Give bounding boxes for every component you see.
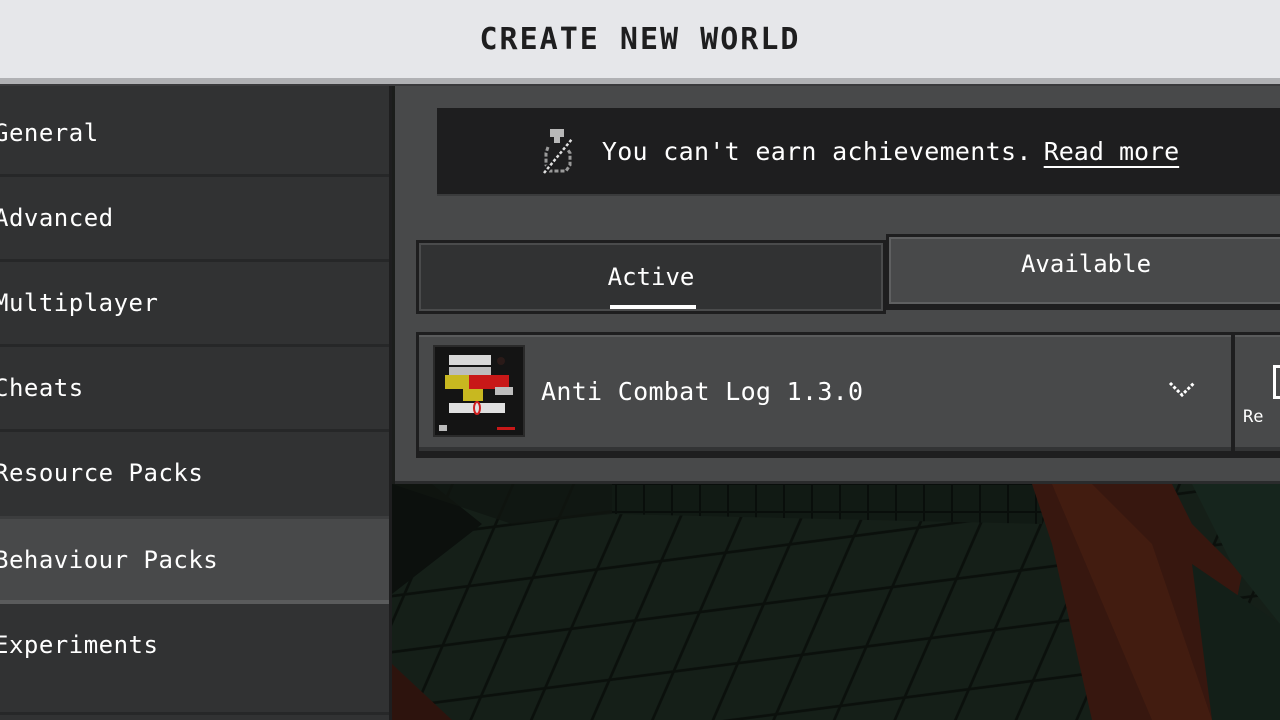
sidebar-item-label: Behaviour Packs (0, 545, 219, 574)
banner-message: You can't earn achievements. (601, 136, 1032, 166)
pack-thumbnail-image (435, 347, 523, 435)
pack-name: Anti Combat Log 1.3.0 (541, 376, 864, 406)
chevron-down-icon[interactable] (1167, 377, 1197, 401)
sidebar-item-experiments[interactable]: Experiments (0, 604, 389, 686)
sidebar-item-resource-packs[interactable]: Resource Packs (0, 432, 389, 514)
sidebar: General Advanced Multiplayer Cheats Reso… (0, 86, 392, 720)
sidebar-item-advanced[interactable]: Advanced (0, 177, 389, 259)
achievements-disabled-icon (541, 129, 575, 175)
pack-tabs: Active Available (416, 234, 1280, 316)
pack-remove-button[interactable]: Re (1235, 335, 1280, 451)
world-preview-image (392, 484, 1280, 720)
pack-list-item: Anti Combat Log 1.3.0 Re (416, 332, 1280, 458)
sidebar-item-label: Resource Packs (0, 459, 204, 487)
tab-label: Active (607, 263, 695, 291)
sidebar-item-label: Cheats (0, 374, 84, 402)
achievements-warning-banner: You can't earn achievements. Read more (437, 108, 1280, 196)
read-more-link[interactable]: Read more (1044, 137, 1179, 166)
remove-icon (1273, 365, 1280, 399)
tab-label: Available (1020, 249, 1152, 278)
world-background (392, 484, 1280, 720)
pack-side-label: Re (1243, 407, 1264, 427)
sidebar-item-label: Advanced (0, 204, 114, 232)
pack-thumbnail (433, 345, 525, 437)
tab-active[interactable]: Active (416, 240, 886, 314)
sidebar-item-label: General (0, 119, 99, 147)
selected-tab-indicator (610, 305, 696, 309)
behaviour-packs-panel: You can't earn achievements. Read more A… (395, 86, 1280, 484)
header-divider (0, 78, 1280, 86)
sidebar-item-label: Multiplayer (0, 289, 159, 317)
sidebar-item-general[interactable]: General (0, 92, 389, 174)
sidebar-item-label: Experiments (0, 631, 159, 659)
sidebar-item-behaviour-packs[interactable]: Behaviour Packs (0, 516, 389, 604)
page-title: CREATE NEW WORLD (479, 22, 801, 57)
header-bar: CREATE NEW WORLD (0, 0, 1280, 80)
sidebar-item-multiplayer[interactable]: Multiplayer (0, 262, 389, 344)
tab-available[interactable]: Available (886, 234, 1280, 310)
divider (0, 712, 389, 715)
sidebar-item-cheats[interactable]: Cheats (0, 347, 389, 429)
pack-item-button[interactable]: Anti Combat Log 1.3.0 (419, 335, 1231, 451)
